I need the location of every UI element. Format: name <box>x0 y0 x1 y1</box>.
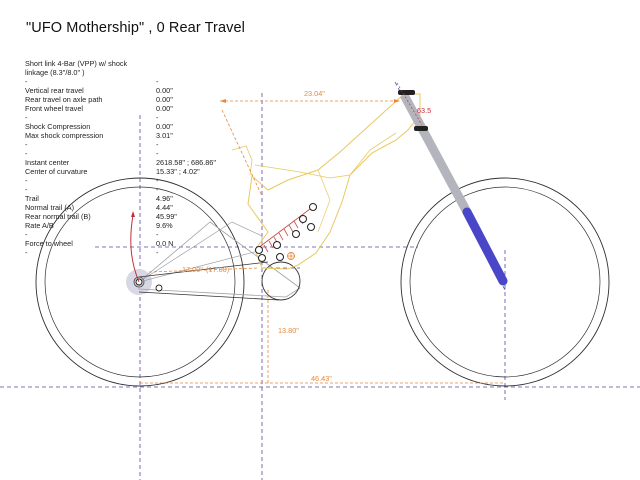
parameter-row: Vertical rear travel 0.00" <box>25 86 240 95</box>
parameter-label: Short link 4-Bar (VPP) w/ shock linkage … <box>25 59 128 77</box>
headset-bottom <box>414 126 428 131</box>
pivot-bb <box>276 253 284 261</box>
parameter-row: Max shock compression 3.01" <box>25 131 240 140</box>
parameter-label: Normal trail (A) <box>25 203 75 212</box>
reach-dim-arrow-right <box>394 99 400 103</box>
parameter-label: Trail <box>25 194 39 203</box>
parameter-row: Normal trail (A) 4.44" <box>25 203 240 212</box>
fork-lower <box>462 207 508 286</box>
parameter-row: Instant center 2618.58" ; 686.86" <box>25 158 240 167</box>
parameter-row: -- <box>25 248 240 257</box>
parameter-row: Center of curvature 15.33" ; 4.02" <box>25 167 240 176</box>
parameter-label: Vertical rear travel <box>25 86 84 95</box>
parameter-label: Rear travel on axle path <box>25 95 103 104</box>
pivot-link-a <box>307 223 315 231</box>
parameter-value: - <box>156 149 159 158</box>
parameter-value: - <box>156 176 159 185</box>
parameter-label: - <box>25 77 28 86</box>
parameter-label: - <box>25 113 28 122</box>
parameter-label: - <box>25 149 28 158</box>
parameter-label: Force to wheel <box>25 239 73 248</box>
parameter-label: - <box>25 230 28 239</box>
pivot-lower <box>273 241 281 249</box>
parameter-row: -- <box>25 149 240 158</box>
pivot-link-b <box>292 230 300 238</box>
bb-drop-label: 13.80" <box>278 326 299 335</box>
parameter-value: 4.44" <box>156 203 173 212</box>
parameter-label: - <box>25 248 28 257</box>
page-title: "UFO Mothership" , 0 Rear Travel <box>26 20 245 36</box>
parameter-row: Shock Compression 0.00" <box>25 122 240 131</box>
parameter-value: 0.00" <box>156 104 173 113</box>
headset-top <box>398 90 415 95</box>
parameter-row: -- <box>25 113 240 122</box>
chainstay-dim-line <box>148 267 259 273</box>
gusset-outline <box>317 169 331 233</box>
parameter-label: Max shock compression <box>25 131 104 140</box>
pivot-lower-link <box>255 246 263 254</box>
pivot-shock-mount <box>299 215 307 223</box>
parameter-value: 0.0 N <box>156 239 174 248</box>
parameter-label: Shock Compression <box>25 122 91 131</box>
parameter-row: Front wheel travel 0.00" <box>25 104 240 113</box>
parameter-value: 2618.58" ; 686.86" <box>156 158 216 167</box>
chainstay-label-alt: (17.00) <box>206 265 229 274</box>
parameter-label: - <box>25 140 28 149</box>
parameter-label: Instant center <box>25 158 70 167</box>
parameter-value: - <box>156 77 159 86</box>
parameter-row: -- <box>25 77 240 86</box>
parameter-list: Short link 4-Bar (VPP) w/ shock linkage … <box>25 59 240 257</box>
parameter-row: Trail 4.96" <box>25 194 240 203</box>
parameter-label: - <box>25 176 28 185</box>
parameter-value: 15.33" ; 4.02" <box>156 167 200 176</box>
parameter-label: Front wheel travel <box>25 104 83 113</box>
diagram-canvas: 23.04" 63.5 17.00" (17.00) 13.80" 46.43"… <box>0 0 640 480</box>
parameter-row: Rear travel on axle path 0.00" <box>25 95 240 104</box>
parameter-label: Rear normal trail (B) <box>25 212 91 221</box>
pivot-idler <box>258 254 266 262</box>
head-tube-dim-line <box>396 82 423 126</box>
parameter-value: - <box>156 248 159 257</box>
parameter-value: 9.6% <box>156 221 173 230</box>
parameter-value: - <box>156 185 159 194</box>
wheelbase-label: 46.43" <box>311 374 332 383</box>
reach-label: 23.04" <box>304 89 325 98</box>
parameter-row: -- <box>25 230 240 239</box>
pivot-upper-link <box>309 203 317 211</box>
parameter-value: 4.96" <box>156 194 173 203</box>
parameter-value: 3.01" <box>156 131 173 140</box>
parameter-row: -- <box>25 176 240 185</box>
parameter-row: -- <box>25 185 240 194</box>
rear-axle-outer-marker <box>155 284 163 292</box>
parameter-value: 45.99" <box>156 212 177 221</box>
parameter-label: Center of curvature <box>25 167 88 176</box>
top-tube-outline <box>254 132 397 179</box>
chainstay-label: 17.00" <box>182 265 203 274</box>
parameter-label: - <box>25 185 28 194</box>
parameter-value: 0.00" <box>156 86 173 95</box>
parameter-row: Force to wheel 0.0 N <box>25 239 240 248</box>
parameter-value: - <box>156 230 159 239</box>
head-tube-label: 63.5 <box>417 106 431 115</box>
parameter-row: Short link 4-Bar (VPP) w/ shock linkage … <box>25 59 137 77</box>
parameter-value: - <box>156 140 159 149</box>
parameter-row: -- <box>25 140 240 149</box>
chainring <box>261 261 301 301</box>
fork-upper <box>400 92 471 215</box>
parameter-value: - <box>156 113 159 122</box>
parameter-row: Rate A/B 9.6% <box>25 221 240 230</box>
parameter-row: Rear normal trail (B) 45.99" <box>25 212 240 221</box>
parameter-label: Rate A/B <box>25 221 54 230</box>
parameter-value: 0.00" <box>156 95 173 104</box>
parameter-value: 0.00" <box>156 122 173 131</box>
